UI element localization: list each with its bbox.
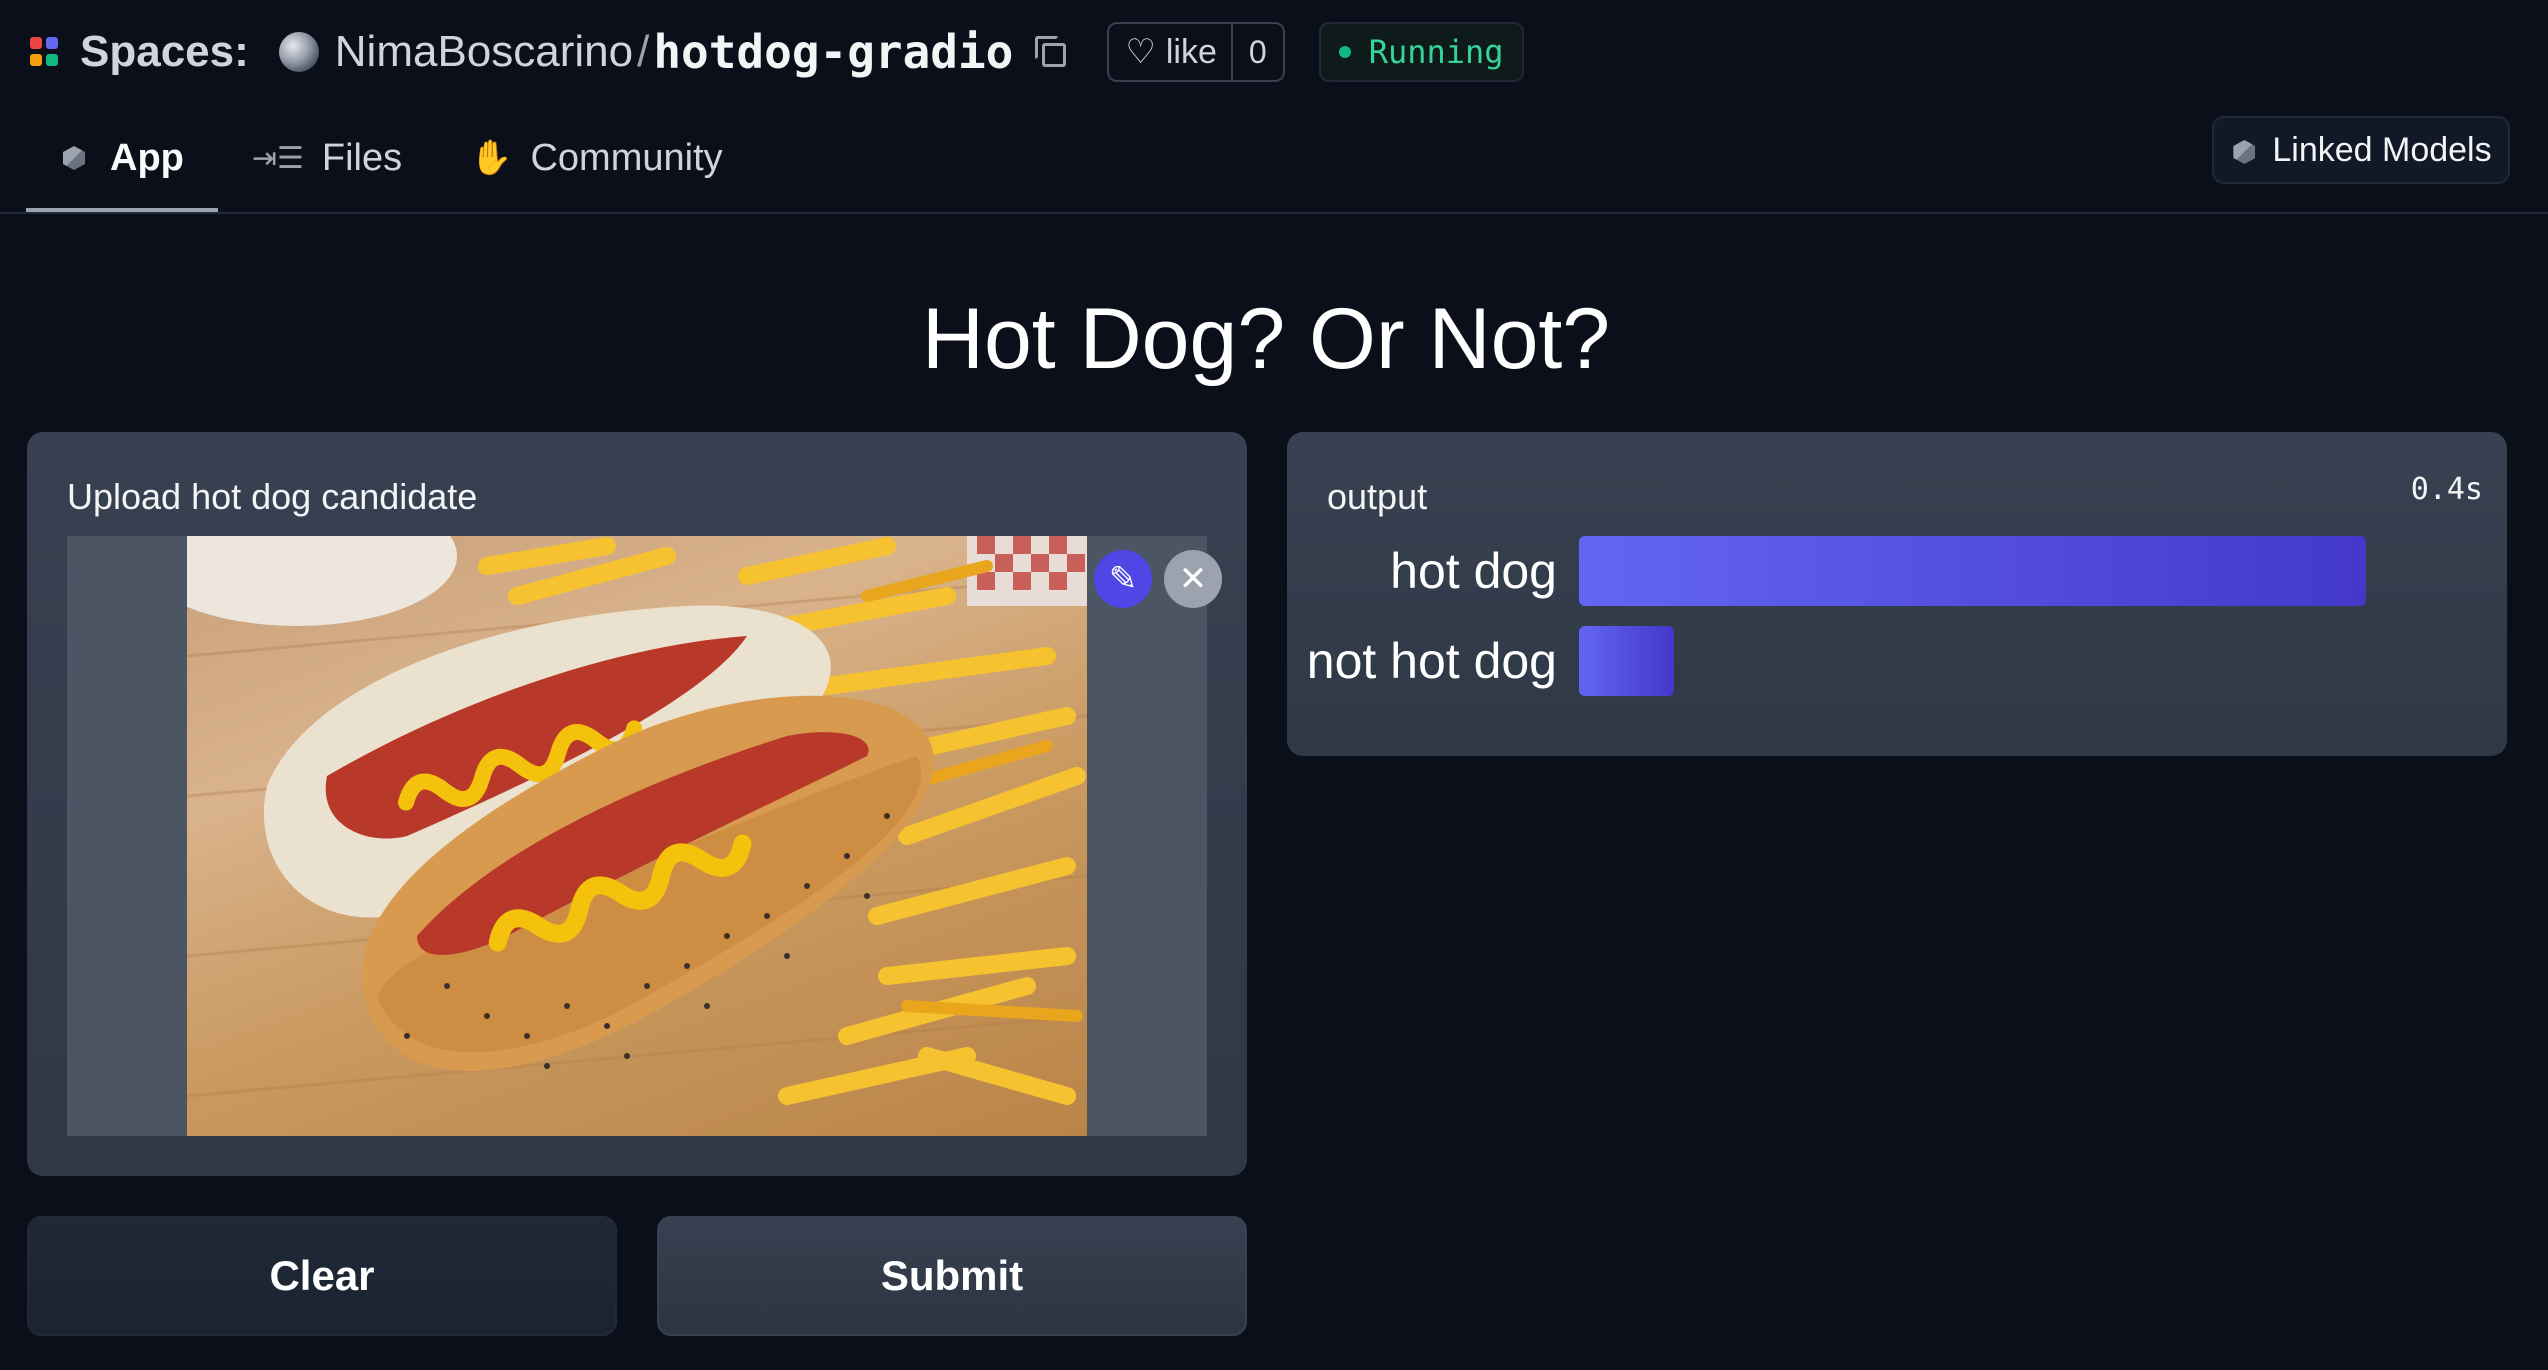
linked-models-label: Linked Models [2272, 130, 2492, 169]
clear-button[interactable]: Clear [27, 1216, 617, 1336]
like-count[interactable]: 0 [1230, 24, 1283, 80]
heart-icon: ♡ [1125, 33, 1156, 71]
tab-community[interactable]: ✋ Community [436, 108, 757, 212]
like-widget: ♡ like 0 [1107, 22, 1285, 82]
spaces-label[interactable]: Spaces: [80, 27, 249, 77]
tab-app[interactable]: App [26, 108, 218, 212]
like-label: like [1165, 32, 1217, 71]
repo-name[interactable]: hotdog-gradio [653, 25, 1013, 79]
confidence-bar [1579, 626, 1674, 696]
confidence-bar-track [1579, 536, 2374, 606]
uploaded-image [187, 536, 1087, 1136]
like-button[interactable]: ♡ like [1109, 24, 1231, 80]
confidence-label: hot dog [1390, 543, 1557, 599]
cube-icon [60, 144, 88, 172]
confidence-bar [1579, 536, 2366, 606]
pencil-icon: ✎ [1108, 560, 1138, 598]
page-title: Hot Dog? Or Not? [921, 291, 1611, 387]
status-badge[interactable]: Running [1318, 22, 1524, 82]
space-title-row: Spaces: NimaBoscarino / hotdog-gradio ♡ … [30, 18, 1524, 86]
status-text: Running [1368, 33, 1504, 71]
linked-models-button[interactable]: Linked Models [2212, 116, 2510, 184]
tab-community-label: Community [530, 136, 723, 179]
owner-avatar[interactable] [278, 32, 319, 72]
tab-files-label: Files [321, 136, 403, 179]
confidence-bar-track [1579, 626, 2374, 696]
owner-link[interactable]: NimaBoscarino [335, 27, 633, 77]
image-upload-area[interactable]: ✎ ✕ [67, 536, 1222, 1136]
submit-button[interactable]: Submit [657, 1216, 1247, 1336]
community-icon: ✋ [470, 139, 513, 177]
tab-files[interactable]: ⇥☰ Files [218, 108, 436, 212]
confidence-row: not hot dog [1287, 626, 2374, 696]
output-label: output [1327, 476, 1428, 517]
close-icon: ✕ [1178, 560, 1208, 598]
remove-image-button[interactable]: ✕ [1164, 550, 1222, 608]
path-separator: / [637, 27, 650, 76]
cube-icon [2230, 138, 2254, 162]
files-icon: ⇥☰ [251, 140, 304, 176]
hotdog-illustration [187, 536, 1087, 1105]
confidence-row: hot dog [1287, 536, 2374, 606]
image-input-panel: Upload hot dog candidate ✎ ✕ [27, 432, 1247, 1176]
confidence-label: not hot dog [1306, 633, 1557, 689]
spaces-logo-icon[interactable] [30, 37, 60, 67]
status-dot-icon [1338, 46, 1351, 58]
label-output-panel: output 0.4s hot dog not hot dog [1287, 432, 2507, 756]
edit-image-button[interactable]: ✎ [1094, 550, 1152, 608]
top-navbar: Spaces: NimaBoscarino / hotdog-gradio ♡ … [0, 0, 2548, 214]
timing-indicator: 0.4s [2410, 472, 2483, 507]
input-label: Upload hot dog candidate [67, 476, 478, 517]
space-tabs: App ⇥☰ Files ✋ Community [26, 108, 757, 212]
copy-icon[interactable] [1031, 34, 1067, 70]
tab-app-label: App [110, 136, 184, 179]
